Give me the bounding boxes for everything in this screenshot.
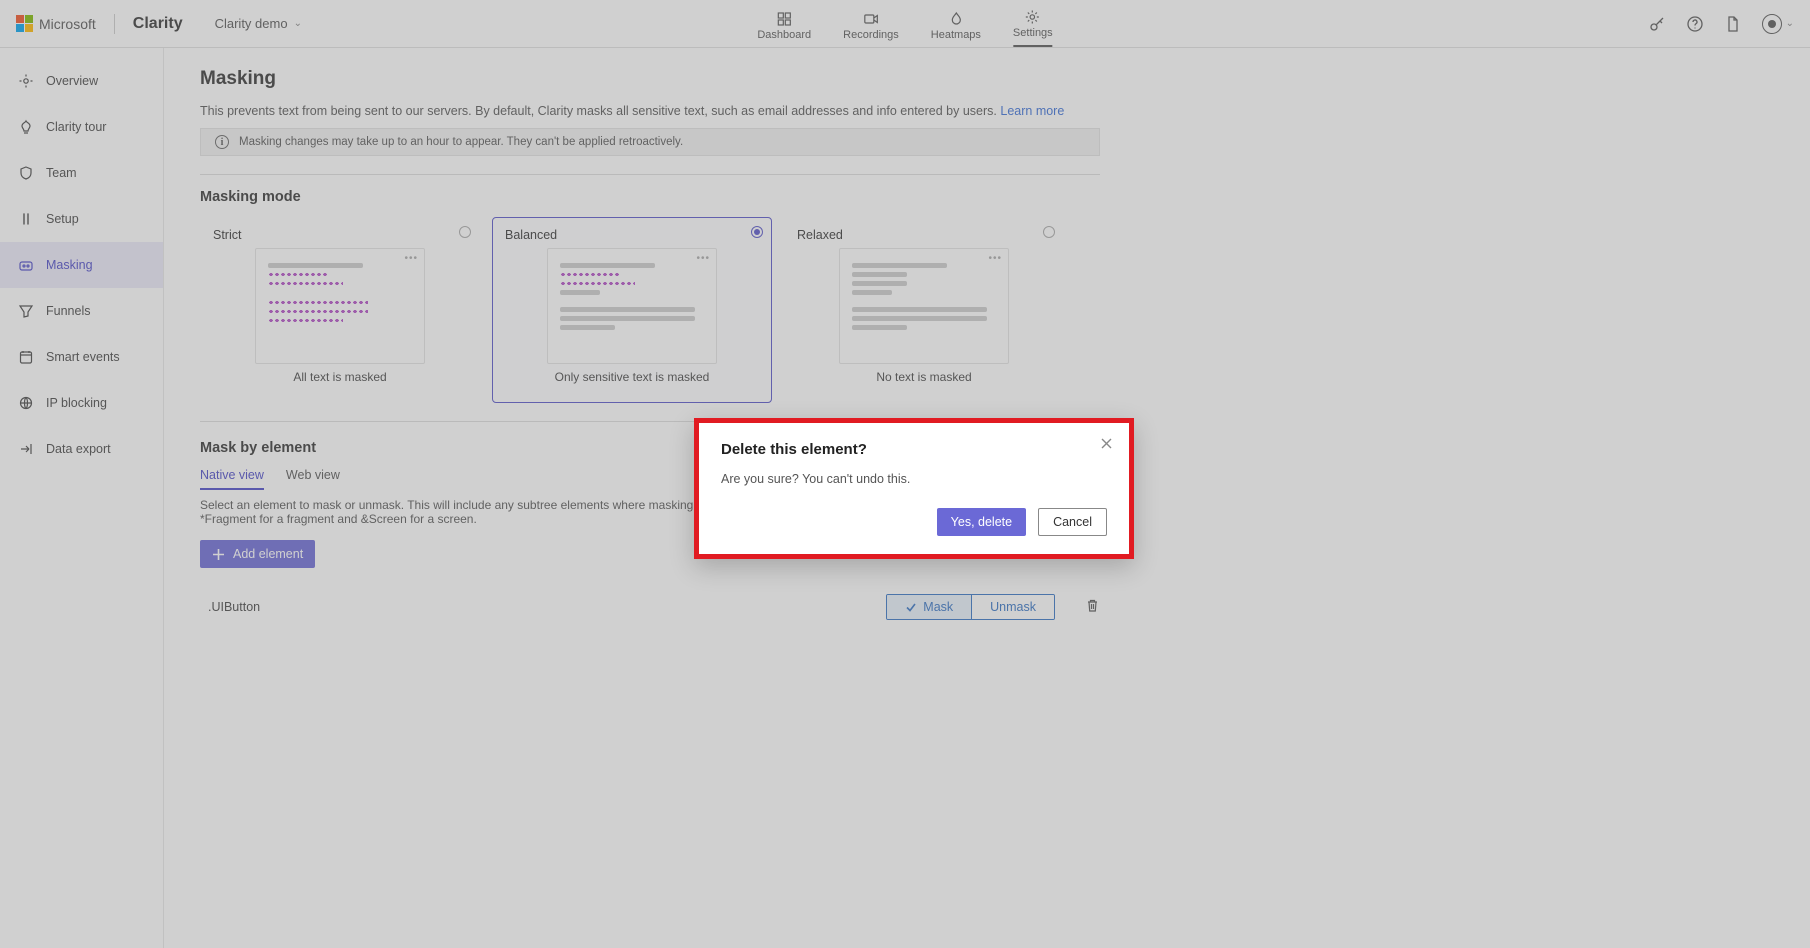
dialog-title: Delete this element? [721, 441, 1107, 458]
delete-dialog: Delete this element? Are you sure? You c… [694, 418, 1134, 559]
close-icon [1100, 437, 1113, 450]
dialog-body: Are you sure? You can't undo this. [721, 472, 1107, 486]
dialog-actions: Yes, delete Cancel [721, 508, 1107, 536]
dialog-close-button[interactable] [1100, 437, 1113, 454]
cancel-button[interactable]: Cancel [1038, 508, 1107, 536]
confirm-delete-button[interactable]: Yes, delete [937, 508, 1026, 536]
